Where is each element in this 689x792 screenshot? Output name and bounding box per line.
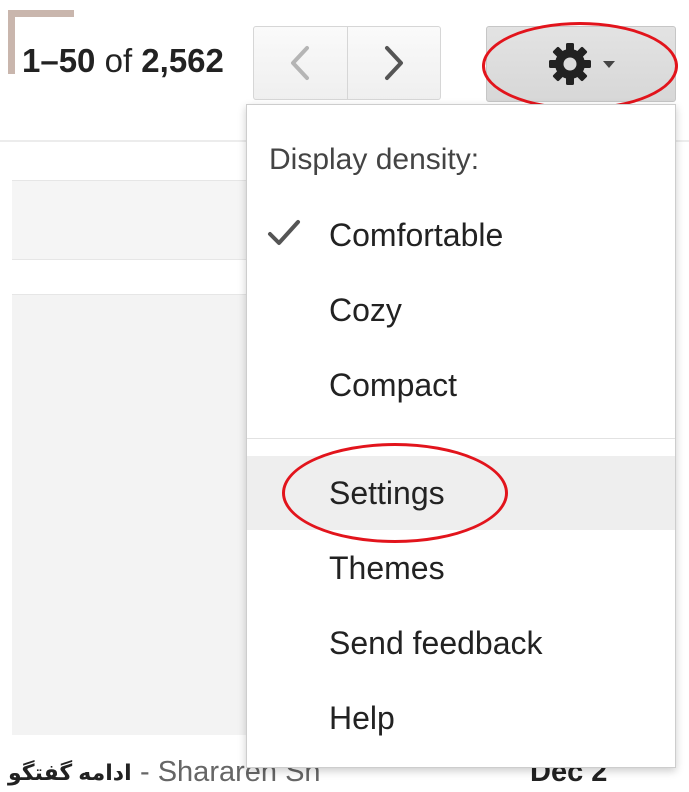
list-pane-background <box>12 294 252 735</box>
older-button[interactable] <box>346 27 441 99</box>
pagination-count: 1–50 of 2,562 <box>22 41 224 81</box>
pager <box>253 26 441 100</box>
chevron-left-icon <box>291 46 310 80</box>
settings-dropdown-menu: Display density: Comfortable Cozy Compac… <box>246 104 676 768</box>
menu-item-help[interactable]: Help <box>247 681 675 755</box>
chevron-right-icon <box>384 46 403 80</box>
menu-item-label: Cozy <box>329 291 402 328</box>
display-density-header: Display density: <box>269 143 480 176</box>
pagination-total: 2,562 <box>141 42 224 79</box>
pagination-of: of <box>104 42 133 79</box>
menu-item-label: Settings <box>329 474 445 511</box>
list-toolbar-background <box>12 180 252 260</box>
menu-item-label: Help <box>329 699 395 736</box>
caret-down-icon <box>603 61 615 68</box>
menu-item-label: Compact <box>329 366 458 403</box>
menu-item-label: Comfortable <box>329 216 504 253</box>
pagination-range: 1–50 <box>22 42 96 79</box>
settings-gear-button[interactable] <box>486 26 676 102</box>
email-snippet: ادامه گفتگو <box>8 760 132 785</box>
menu-item-themes[interactable]: Themes <box>247 531 675 605</box>
menu-item-comfortable[interactable]: Comfortable <box>247 198 675 272</box>
menu-divider <box>247 438 675 439</box>
checkmark-icon <box>268 220 300 245</box>
newer-button[interactable] <box>254 27 347 99</box>
menu-item-settings[interactable]: Settings <box>247 456 675 530</box>
menu-item-compact[interactable]: Compact <box>247 348 675 422</box>
menu-item-label: Send feedback <box>329 624 543 661</box>
gear-icon <box>549 43 591 85</box>
menu-item-cozy[interactable]: Cozy <box>247 273 675 347</box>
menu-item-label: Themes <box>329 549 445 586</box>
menu-item-send-feedback[interactable]: Send feedback <box>247 606 675 680</box>
